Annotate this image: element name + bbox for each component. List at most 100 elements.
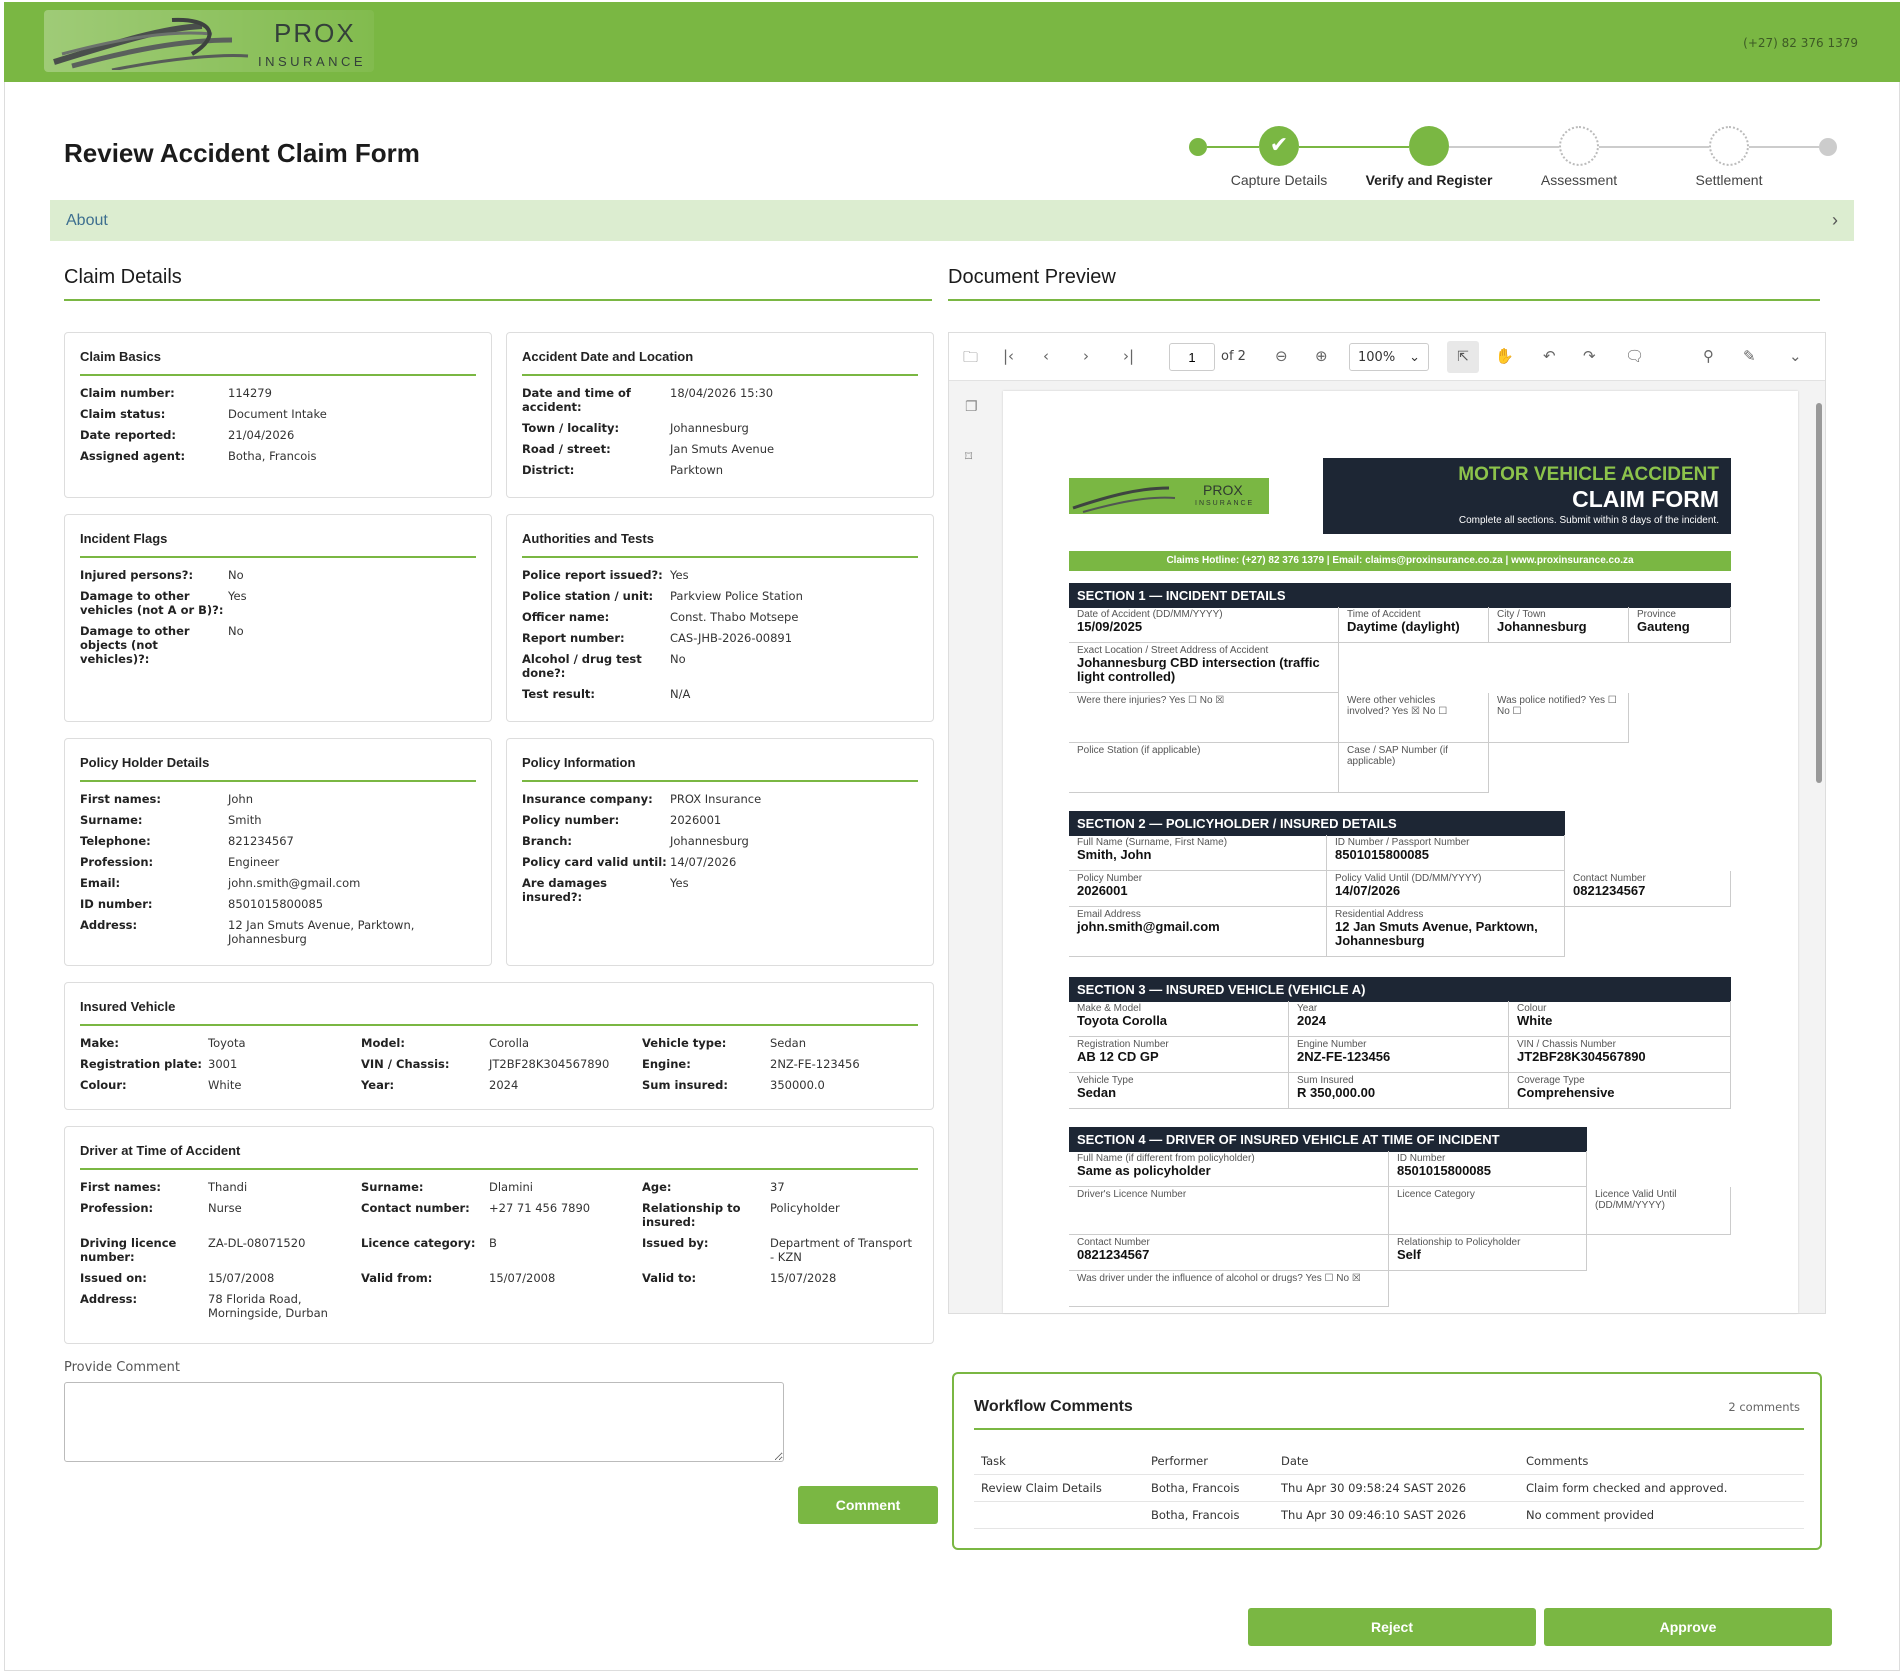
step-label-settlement: Settlement — [1695, 172, 1763, 188]
pdf-cell-label: Were other vehicles involved? Yes ☒ No ☐ — [1347, 695, 1448, 717]
header-phone: (+27) 82 376 1379 — [1743, 36, 1858, 50]
field-value: Smith — [228, 813, 262, 827]
field-label: Sum insured: — [642, 1078, 728, 1092]
stepper-connector — [1599, 146, 1709, 148]
comment-button[interactable]: Comment — [798, 1486, 938, 1524]
field-value: 15/07/2008 — [208, 1271, 275, 1285]
page-count: of 2 — [1221, 349, 1246, 364]
pdf-cell-value: 2026001 — [1077, 883, 1128, 898]
field-value: No — [670, 652, 686, 666]
field-label: Police report issued?: — [522, 568, 663, 582]
search-icon[interactable]: ⚲ — [1703, 347, 1714, 365]
field-label: Year: — [361, 1078, 395, 1092]
field-label: Are damages insured?: — [522, 876, 607, 904]
table-cell — [974, 1501, 1144, 1529]
field-value: B — [489, 1236, 497, 1250]
annotate-icon[interactable]: ✎ — [1743, 347, 1756, 365]
pdf-page: PROX INSURANCE MOTOR VEHICLE ACCIDENT CL… — [1003, 391, 1798, 1313]
pdf-cell: Policy Number 2026001 — [1069, 871, 1327, 907]
about-accordion[interactable]: About › — [50, 200, 1854, 241]
field-value: Thandi — [208, 1180, 248, 1194]
field-label: Claim status: — [80, 407, 166, 421]
zoom-out-icon[interactable]: ⊖ — [1275, 347, 1288, 365]
table-cell: Claim form checked and approved. — [1519, 1474, 1804, 1502]
page-number-input[interactable] — [1169, 343, 1215, 371]
field-value: Botha, Francois — [228, 449, 317, 463]
page-title: Review Accident Claim Form — [64, 138, 420, 168]
step-label-verify: Verify and Register — [1365, 172, 1493, 188]
next-page-icon[interactable]: › — [1083, 347, 1089, 365]
prev-page-icon[interactable]: ‹ — [1043, 347, 1049, 365]
chevron-right-icon[interactable]: › — [1832, 210, 1838, 231]
field-value: 2026001 — [670, 813, 722, 827]
field-label: Claim number: — [80, 386, 175, 400]
viewer-toolbar: 🗀 |‹ ‹ › ›| of 2 ⊖ ⊕ 100% ⌄ ⇱ ✋ ↶ ↷ 🗨 ⚲ … — [949, 333, 1825, 381]
hand-pan-icon[interactable]: ✋ — [1495, 347, 1514, 365]
pdf-cell: ID Number 8501015800085 — [1389, 1151, 1587, 1187]
field-value: Dlamini — [489, 1180, 533, 1194]
field-value: 350000.0 — [770, 1078, 825, 1092]
pdf-cell: Registration Number AB 12 CD GP — [1069, 1037, 1289, 1073]
pending-step-dot[interactable] — [1709, 126, 1749, 166]
select-cursor-icon[interactable]: ⇱ — [1447, 341, 1479, 373]
prox-logo[interactable]: PROX INSURANCE — [44, 10, 374, 72]
pdf-cell: City / Town Johannesburg — [1489, 607, 1629, 643]
first-page-icon[interactable]: |‹ — [1003, 347, 1014, 365]
thumbnails-icon[interactable]: ❐ — [965, 399, 978, 415]
driver-card: Driver at Time of Accident First names: T… — [64, 1126, 934, 1344]
comment-textarea[interactable] — [64, 1382, 784, 1462]
step-label-assessment: Assessment — [1540, 172, 1618, 188]
field-label: Assigned agent: — [80, 449, 186, 463]
field-value: 821234567 — [228, 834, 294, 848]
pending-step-dot[interactable] — [1559, 126, 1599, 166]
pdf-cell-value: AB 12 CD GP — [1077, 1049, 1159, 1064]
field-label: Injured persons?: — [80, 568, 194, 582]
bookmark-icon[interactable]: ⌑ — [965, 449, 972, 465]
pdf-cell-label: Year — [1297, 1003, 1318, 1014]
field-label: Date and time of accident: — [522, 386, 631, 414]
pdf-cell-label: Police Station (if applicable) — [1077, 745, 1201, 756]
folder-icon[interactable]: 🗀 — [963, 347, 978, 372]
field-value: Toyota — [208, 1036, 246, 1050]
current-step-dot[interactable] — [1409, 126, 1449, 166]
field-label: Profession: — [80, 855, 154, 869]
divider — [974, 1428, 1804, 1430]
field-label: Email: — [80, 876, 121, 890]
pdf-cell-label: Licence Valid Until (DD/MM/YYYY) — [1595, 1189, 1677, 1211]
pdf-cell-label: Relationship to Policyholder — [1397, 1237, 1521, 1248]
pdf-cell-label: Were there injuries? Yes ☐ No ☒ — [1077, 695, 1225, 706]
reject-button[interactable]: Reject — [1248, 1608, 1536, 1646]
field-value: 114279 — [228, 386, 272, 400]
check-icon[interactable]: ✔ — [1259, 126, 1299, 166]
stepper-end-dot — [1819, 138, 1837, 156]
undo-icon[interactable]: ↶ — [1543, 347, 1556, 365]
field-value: White — [208, 1078, 242, 1092]
top-banner: PROX INSURANCE (+27) 82 376 1379 — [4, 2, 1900, 82]
last-page-icon[interactable]: ›| — [1123, 347, 1134, 365]
field-label: Policy card valid until: — [522, 855, 667, 869]
chevron-down-icon[interactable]: ⌄ — [1789, 347, 1802, 365]
field-label: Relationship to insured: — [642, 1201, 741, 1229]
field-value: PROX Insurance — [670, 792, 762, 806]
field-value: Yes — [670, 568, 689, 582]
viewer-scrollbar[interactable] — [1816, 391, 1822, 1301]
field-value: Johannesburg — [670, 421, 749, 435]
field-value: 78 Florida Road, Morningside, Durban — [208, 1292, 328, 1320]
redo-icon[interactable]: ↷ — [1583, 347, 1596, 365]
column-header: Date — [1274, 1448, 1519, 1475]
pdf-title-block: MOTOR VEHICLE ACCIDENT CLAIM FORM Comple… — [1323, 458, 1731, 534]
pdf-cell: Case / SAP Number (if applicable) — [1339, 743, 1489, 793]
field-label: Officer name: — [522, 610, 610, 624]
zoom-value: 100% — [1358, 350, 1396, 365]
zoom-in-icon[interactable]: ⊕ — [1315, 347, 1328, 365]
about-label: About — [66, 212, 108, 229]
comment-bubble-icon[interactable]: 🗨 — [1625, 347, 1644, 365]
approve-button[interactable]: Approve — [1544, 1608, 1832, 1646]
comment-count: 2 comments — [1728, 1400, 1800, 1414]
field-value: 14/07/2026 — [670, 855, 737, 869]
field-value: 21/04/2026 — [228, 428, 295, 442]
table-row: Botha, Francois Thu Apr 30 09:46:10 SAST… — [974, 1501, 1804, 1529]
zoom-select[interactable]: 100% ⌄ — [1349, 343, 1429, 371]
logo-text: PROX — [274, 18, 356, 48]
scroll-thumb[interactable] — [1816, 403, 1822, 783]
